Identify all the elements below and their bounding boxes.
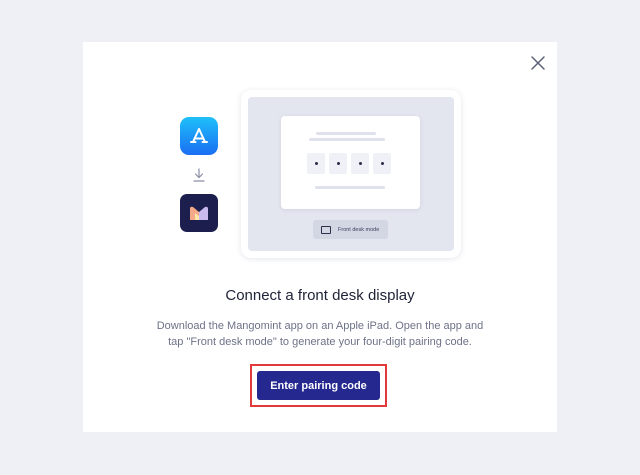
ipad-illustration: Front desk mode bbox=[241, 90, 461, 258]
pairing-digit bbox=[351, 153, 369, 174]
pairing-digit bbox=[373, 153, 391, 174]
close-icon[interactable] bbox=[529, 54, 547, 72]
enter-pairing-code-button[interactable]: Enter pairing code bbox=[257, 371, 380, 400]
ipad-screen: Front desk mode bbox=[248, 97, 454, 251]
digit-dot bbox=[358, 162, 362, 165]
highlight-box: Enter pairing code bbox=[250, 364, 387, 407]
placeholder-line bbox=[316, 132, 376, 135]
connect-display-modal: Front desk mode Connect a front desk dis… bbox=[83, 42, 557, 432]
digit-dot bbox=[380, 162, 384, 165]
description-line: Download the Mangomint app on an Apple i… bbox=[156, 320, 484, 332]
tablet-icon bbox=[321, 225, 331, 234]
app-store-icon bbox=[180, 117, 218, 155]
placeholder-line bbox=[309, 138, 385, 141]
front-desk-mode-label: Front desk mode bbox=[338, 226, 380, 233]
pairing-card-illustration bbox=[281, 116, 420, 209]
arrow-down-icon bbox=[192, 167, 206, 183]
modal-description: Download the Mangomint app on an Apple i… bbox=[143, 318, 497, 350]
front-desk-mode-pill: Front desk mode bbox=[313, 220, 388, 239]
description-line: tap "Front desk mode" to generate your f… bbox=[168, 336, 472, 348]
mangomint-logo-icon bbox=[180, 194, 218, 232]
digit-dot bbox=[314, 162, 318, 165]
pairing-digit bbox=[307, 153, 325, 174]
modal-title: Connect a front desk display bbox=[225, 287, 415, 304]
digit-dot bbox=[336, 162, 340, 165]
placeholder-line bbox=[315, 186, 385, 189]
pairing-digit bbox=[329, 153, 347, 174]
pairing-digits bbox=[307, 153, 391, 174]
